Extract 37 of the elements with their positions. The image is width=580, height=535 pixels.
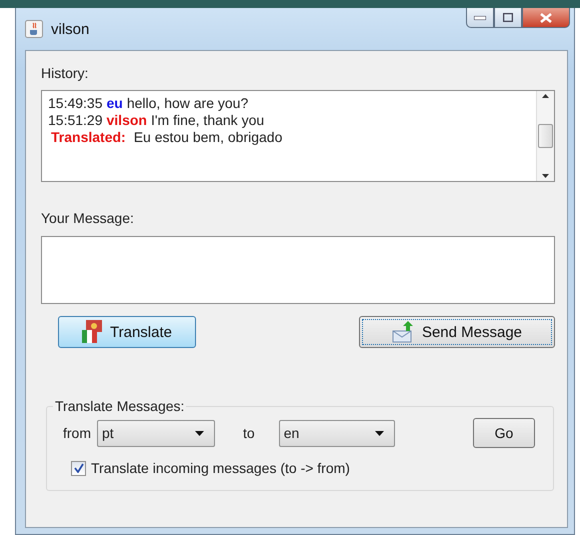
translation-text: Eu estou bem, obrigado — [134, 129, 282, 145]
to-language-dropdown[interactable]: en — [278, 420, 395, 446]
envelope-arrow-icon — [392, 321, 416, 343]
scrollbar[interactable] — [536, 91, 554, 181]
flags-icon — [82, 320, 104, 344]
from-label: from — [63, 425, 91, 441]
minimize-button[interactable] — [466, 8, 494, 28]
maximize-button[interactable] — [494, 8, 522, 28]
your-message-label: Your Message: — [41, 210, 135, 226]
sender-name: vilson — [106, 112, 147, 128]
message-input[interactable] — [41, 236, 555, 304]
go-button[interactable]: Go — [473, 418, 535, 448]
scroll-up-icon[interactable] — [542, 94, 549, 98]
from-language-dropdown[interactable]: pt — [97, 420, 215, 446]
translated-label: Translated: — [51, 129, 126, 145]
checkbox[interactable] — [71, 460, 86, 476]
send-message-button[interactable]: Send Message — [359, 316, 555, 348]
message-text: I'm fine, thank you — [150, 112, 264, 128]
window-title: vilson — [51, 20, 90, 38]
close-icon — [540, 12, 552, 22]
translate-button[interactable]: Translate — [58, 316, 196, 348]
java-cup-icon — [25, 20, 43, 38]
message-time: 15:49:35 — [48, 95, 102, 111]
dropdown-caret-icon — [374, 430, 384, 436]
checkbox-label: Translate incoming messages (to -> from) — [91, 460, 350, 476]
group-title: Translate Messages: — [54, 398, 186, 414]
to-label: to — [243, 425, 255, 441]
maximize-icon — [503, 13, 513, 22]
history-label: History: — [41, 65, 90, 81]
close-button[interactable] — [522, 8, 570, 28]
scroll-thumb[interactable] — [538, 124, 553, 148]
scroll-down-icon[interactable] — [542, 174, 549, 178]
sender-name: eu — [106, 95, 123, 111]
minimize-icon — [474, 16, 486, 20]
dropdown-caret-icon — [195, 430, 204, 436]
message-text: hello, how are you? — [126, 95, 248, 111]
message-time: 15:51:29 — [48, 112, 102, 128]
